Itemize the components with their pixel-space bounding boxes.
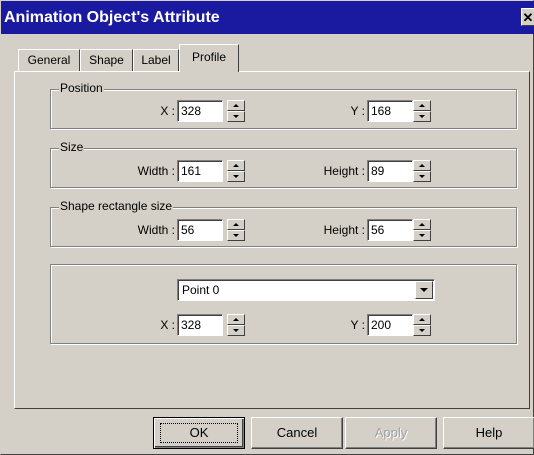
position-y-input[interactable]: 168 [367,100,413,122]
window-title: Animation Object's Attribute [4,9,220,26]
position-y-label: Y : [350,104,365,118]
animation-attribute-dialog: Animation Object's Attribute ✕ General S… [0,0,534,455]
spin-up-icon[interactable] [413,219,431,230]
tab-general[interactable]: General [18,49,80,71]
size-height-input[interactable]: 89 [367,160,413,182]
profile-tab-panel: Position X : 328 Y : 168 Size Width : 16… [14,71,530,409]
shape-rect-height-input[interactable]: 56 [367,219,413,241]
apply-button: Apply [345,417,437,449]
spin-down-icon[interactable] [227,171,245,182]
close-icon[interactable]: ✕ [521,8,534,26]
tab-label[interactable]: Label [133,49,179,71]
spin-down-icon[interactable] [413,111,431,122]
point-y-spinner[interactable] [413,314,431,336]
position-x-input[interactable]: 328 [177,100,223,122]
spin-up-icon[interactable] [413,160,431,171]
spin-up-icon[interactable] [227,100,245,111]
point-x-input[interactable]: 328 [177,314,223,336]
shape-rect-height-label: Height : [323,223,365,237]
spin-down-icon[interactable] [413,325,431,336]
size-group-title: Size [59,140,85,154]
spin-down-icon[interactable] [413,230,431,241]
cancel-button[interactable]: Cancel [251,417,343,449]
size-height-label: Height : [323,164,365,178]
tab-shape[interactable]: Shape [80,49,133,71]
position-group-title: Position [59,81,104,95]
spin-down-icon[interactable] [227,325,245,336]
chevron-down-icon[interactable] [415,281,433,299]
title-bar[interactable]: Animation Object's Attribute ✕ [1,1,534,34]
shape-rect-width-input[interactable]: 56 [177,219,223,241]
shape-rect-width-spinner[interactable] [227,219,245,241]
position-y-spinner[interactable] [413,100,431,122]
spin-up-icon[interactable] [227,219,245,230]
point-select-value: Point 0 [182,283,220,297]
size-width-input[interactable]: 161 [177,160,223,182]
size-height-spinner[interactable] [413,160,431,182]
tab-profile[interactable]: Profile [179,44,239,72]
shape-rect-height-spinner[interactable] [413,219,431,241]
point-y-input[interactable]: 200 [367,314,413,336]
spin-up-icon[interactable] [227,160,245,171]
size-width-label: Width : [137,164,175,178]
size-width-spinner[interactable] [227,160,245,182]
position-x-label: X : [160,104,175,118]
position-group: Position [50,81,517,129]
spin-up-icon[interactable] [227,314,245,325]
spin-down-icon[interactable] [227,230,245,241]
spin-down-icon[interactable] [413,171,431,182]
point-x-label: X : [160,318,175,332]
spin-down-icon[interactable] [227,111,245,122]
point-select[interactable]: Point 0 [177,279,435,301]
position-x-spinner[interactable] [227,100,245,122]
spin-up-icon[interactable] [413,314,431,325]
shape-rect-group-title: Shape rectangle size [59,199,174,213]
ok-button-label: OK [160,423,238,443]
ok-button[interactable]: OK [153,417,245,449]
point-x-spinner[interactable] [227,314,245,336]
profile-points-group [50,264,517,344]
shape-rect-width-label: Width : [137,223,175,237]
point-y-label: Y : [350,318,365,332]
spin-up-icon[interactable] [413,100,431,111]
help-button[interactable]: Help [443,417,534,449]
